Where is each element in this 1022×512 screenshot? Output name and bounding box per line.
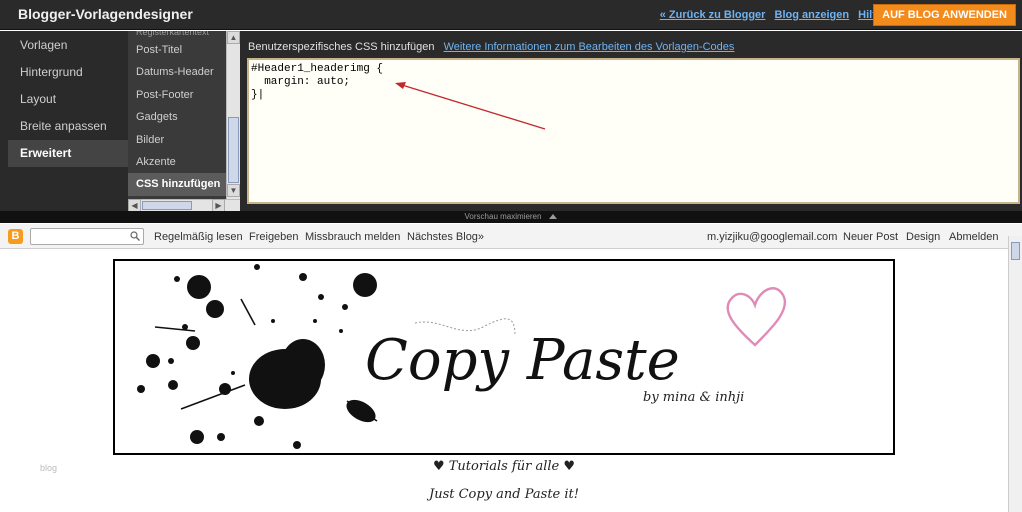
top-bar: Blogger-Vorlagendesigner « Zurück zu Blo… xyxy=(0,0,1022,30)
heart-icon xyxy=(726,287,786,347)
preview-vertical-scrollbar[interactable] xyxy=(1008,236,1022,512)
header-signature-text: by mina & inhji xyxy=(643,390,744,405)
horizontal-scroll-thumb[interactable] xyxy=(142,201,192,210)
ink-splatter-header-graphic: Copy Paste by mina & inhji xyxy=(137,264,786,449)
scroll-down-button[interactable]: ▼ xyxy=(227,184,240,197)
chevron-up-icon xyxy=(549,214,558,220)
preview-scroll-thumb[interactable] xyxy=(1011,242,1020,260)
user-email: m.yizjiku@googlemail.com xyxy=(707,231,838,243)
sub-item-css-hinzufuegen[interactable]: CSS hinzufügen xyxy=(128,173,226,196)
css-editor[interactable]: #Header1_headerimg { margin: auto; }| xyxy=(247,58,1020,204)
blogger-logo-icon[interactable]: B xyxy=(8,229,23,244)
blog-tagline: ♥ Tutorials für alle ♥ xyxy=(432,459,576,474)
blogger-navbar: B Regelmäßig lesen Freigeben Missbrauch … xyxy=(0,224,1022,249)
app-title: Blogger-Vorlagendesigner xyxy=(18,6,193,22)
nav-item-breite-anpassen[interactable]: Breite anpassen xyxy=(0,113,128,140)
options-horizontal-scrollbar[interactable]: ◀ ▶ xyxy=(128,199,240,212)
css-panel-header: Benutzerspezifisches CSS hinzufügen Weit… xyxy=(248,41,734,53)
left-nav: Vorlagen Hintergrund Layout Breite anpas… xyxy=(0,31,128,211)
nav-item-hintergrund[interactable]: Hintergrund xyxy=(0,59,128,86)
apply-to-blog-button[interactable]: AUF BLOG ANWENDEN xyxy=(873,4,1016,26)
sub-item-post-titel[interactable]: Post-Titel xyxy=(128,39,226,61)
template-code-help-link[interactable]: Weitere Informationen zum Bearbeiten des… xyxy=(444,41,735,53)
sub-item-akzente[interactable]: Akzente xyxy=(128,151,226,173)
advanced-options-list: Registerkartentext Post-Titel Datums-Hea… xyxy=(128,31,226,199)
scroll-thumb[interactable] xyxy=(228,117,239,183)
blog-header-image[interactable]: Copy Paste by mina & inhji xyxy=(113,259,895,455)
blog-search-input[interactable] xyxy=(30,228,144,245)
header-title-text: Copy Paste xyxy=(365,328,680,393)
search-icon[interactable] xyxy=(130,231,140,241)
sub-item-gadgets[interactable]: Gadgets xyxy=(128,106,226,128)
view-blog-link[interactable]: Blog anzeigen xyxy=(775,9,850,21)
sub-item-registerkartentext[interactable]: Registerkartentext xyxy=(128,31,226,39)
blog-preview: Copy Paste by mina & inhji blog ♥ Tutori… xyxy=(0,250,1008,512)
report-abuse-link[interactable]: Missbrauch melden xyxy=(305,231,400,243)
sub-item-bilder[interactable]: Bilder xyxy=(128,129,226,151)
css-panel-title: Benutzerspezifisches CSS hinzufügen xyxy=(248,41,435,53)
maximize-preview-bar[interactable]: Vorschau maximieren xyxy=(0,211,1022,223)
next-blog-link[interactable]: Nächstes Blog» xyxy=(407,231,484,243)
css-panel: Benutzerspezifisches CSS hinzufügen Weit… xyxy=(240,31,1022,211)
sub-item-post-footer[interactable]: Post-Footer xyxy=(128,84,226,106)
sub-item-datums-header[interactable]: Datums-Header xyxy=(128,61,226,83)
follow-link[interactable]: Regelmäßig lesen xyxy=(154,231,243,243)
sign-out-link[interactable]: Abmelden xyxy=(949,231,999,243)
scroll-up-button[interactable]: ▲ xyxy=(227,31,240,44)
options-vertical-scrollbar[interactable]: ▲ ▼ xyxy=(226,31,240,199)
nav-item-layout[interactable]: Layout xyxy=(0,86,128,113)
back-to-blogger-link[interactable]: « Zurück zu Blogger xyxy=(660,9,766,21)
blog-subtagline: Just Copy and Paste it! xyxy=(428,487,579,502)
design-link[interactable]: Design xyxy=(906,231,940,243)
new-post-link[interactable]: Neuer Post xyxy=(843,231,898,243)
nav-item-vorlagen[interactable]: Vorlagen xyxy=(0,32,128,59)
nav-item-erweitert[interactable]: Erweitert xyxy=(8,140,128,167)
share-link[interactable]: Freigeben xyxy=(249,231,299,243)
top-links: « Zurück zu Blogger Blog anzeigen Hilfe xyxy=(654,9,882,21)
maximize-preview-label: Vorschau maximieren xyxy=(464,212,542,221)
